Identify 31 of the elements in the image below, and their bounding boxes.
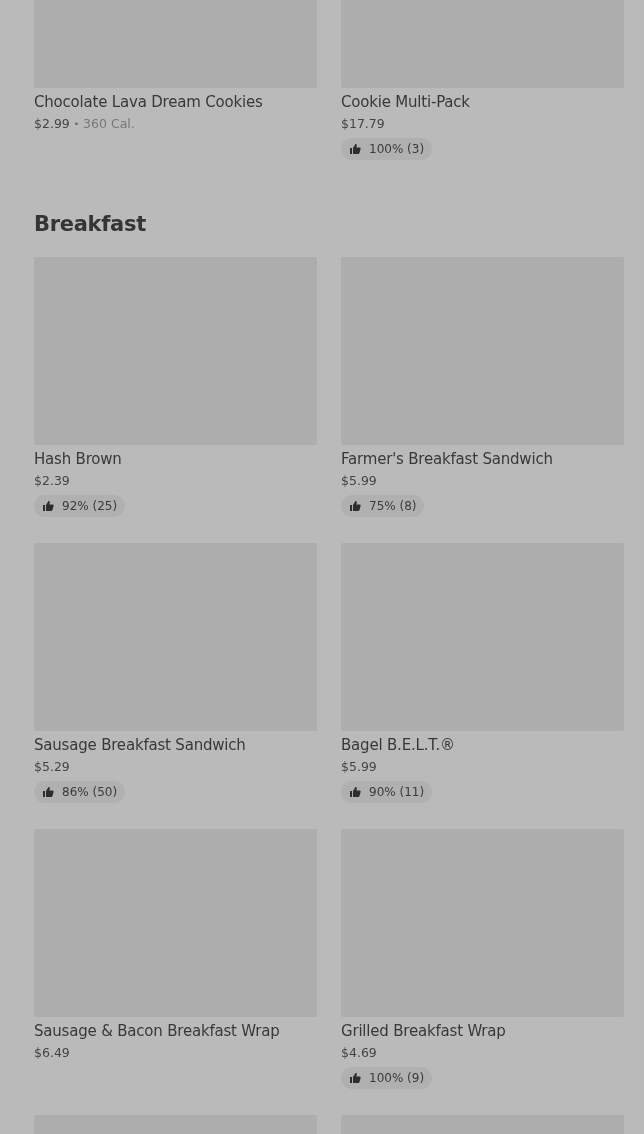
item-price: $4.69 (341, 1044, 377, 1062)
rating-text: 86% (50) (62, 785, 118, 799)
item-name[interactable]: Sausage & Bacon Breakfast Wrap (34, 1021, 280, 1041)
thumbs-up-icon (42, 500, 54, 512)
item-name[interactable]: Hash Brown (34, 449, 122, 469)
thumbs-up-icon (349, 786, 361, 798)
item-price: $17.79 (341, 115, 385, 133)
item-price: $5.99 (341, 472, 377, 490)
item-price: $6.49 (34, 1044, 70, 1062)
item-price: $2.99 (34, 115, 70, 133)
thumbs-up-icon (42, 786, 54, 798)
item-name[interactable]: Sausage Breakfast Sandwich (34, 735, 246, 755)
thumbs-up-icon (349, 143, 361, 155)
rating-text: 100% (3) (369, 142, 425, 156)
item-name[interactable]: Cookie Multi-Pack (341, 92, 470, 112)
thumbs-up-icon (349, 1072, 361, 1084)
item-price: $2.39 (34, 472, 70, 490)
item-name[interactable]: Grilled Breakfast Wrap (341, 1021, 506, 1041)
item-name[interactable]: Farmer's Breakfast Sandwich (341, 449, 553, 469)
section-heading: Breakfast (34, 211, 147, 238)
item-name[interactable]: Bagel B.E.L.T.® (341, 735, 455, 755)
rating-text: 90% (11) (369, 785, 425, 799)
separator-dot: • (73, 118, 80, 131)
rating-text: 92% (25) (62, 499, 118, 513)
thumbs-up-icon (349, 500, 361, 512)
rating-text: 100% (9) (369, 1071, 425, 1085)
item-price: $5.29 (34, 758, 70, 776)
item-price: $5.99 (341, 758, 377, 776)
item-name[interactable]: Chocolate Lava Dream Cookies (34, 92, 263, 112)
item-calories: 360 Cal. (83, 115, 135, 133)
rating-text: 75% (8) (369, 499, 417, 513)
